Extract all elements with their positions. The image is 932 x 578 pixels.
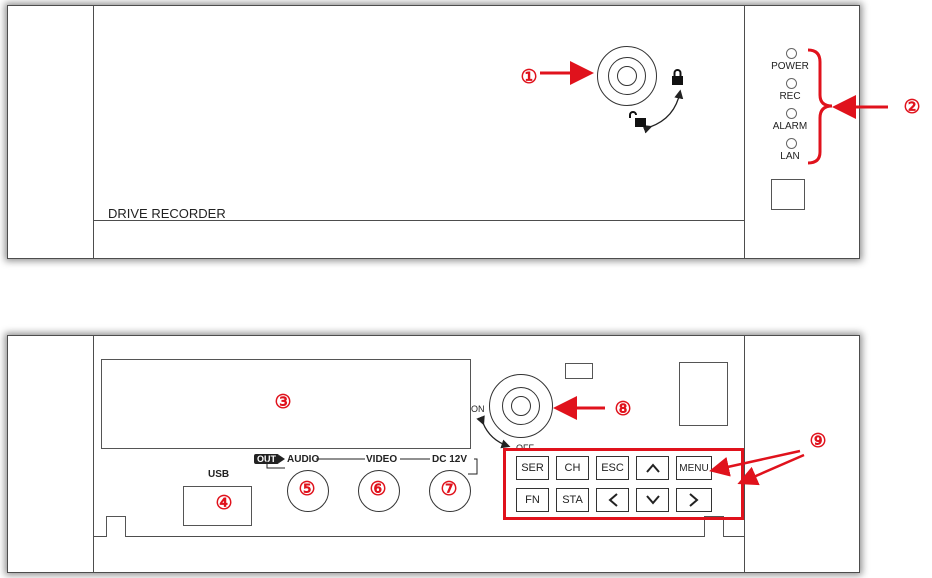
- lock-rotation-arrow: [642, 89, 684, 134]
- padlock-locked-icon: [672, 69, 683, 85]
- callout-9-arrow-a: [709, 449, 801, 477]
- callout-9-arrow-b: [737, 453, 805, 486]
- led-bracket: [807, 48, 833, 165]
- power-rotation-arrow: [476, 415, 511, 449]
- connector-lines: [266, 458, 478, 475]
- annotation-overlay: [266, 48, 888, 486]
- out-pointer: [279, 455, 285, 463]
- padlock-unlocked-icon: [629, 111, 646, 127]
